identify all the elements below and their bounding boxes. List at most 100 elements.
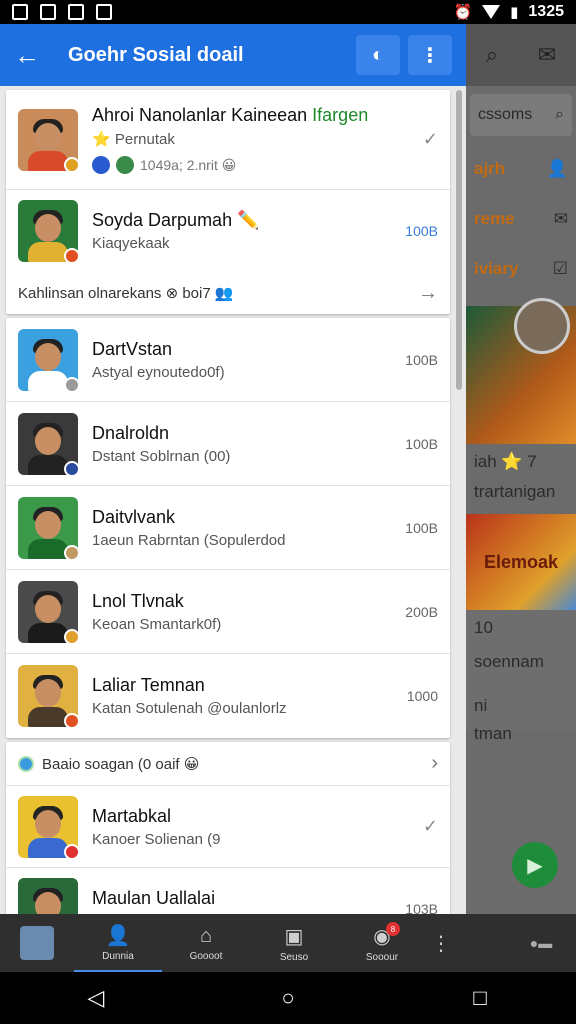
image-icon: [40, 4, 56, 20]
avatar-shirt: [28, 370, 68, 391]
nav-tab-notifications[interactable]: ◉ 8 Sooour: [338, 914, 426, 972]
contact-status: Keoan Smantark0f): [92, 615, 222, 633]
nav-label: Dunnia: [102, 950, 134, 962]
contact-status: Kiaqyekaak: [92, 235, 170, 252]
chat-button[interactable]: ◐: [356, 35, 400, 75]
alarm-icon: ⏰: [453, 4, 473, 21]
app-bar: ← Goehr Sosial doail ◐ ⋮: [0, 24, 466, 86]
contact-item[interactable]: Dnalroldn Dstant Soblrnan (00) 100B: [6, 402, 450, 486]
contact-name: Daitvlvank: [92, 506, 176, 527]
contact-name-highlight: Ifargen: [312, 105, 369, 125]
background-row-label: reme: [474, 209, 515, 228]
avatar: [116, 156, 134, 174]
avatar-face: [35, 122, 61, 151]
scrollbar[interactable]: [456, 90, 462, 390]
contact-name: Lnol Tlvnak: [92, 590, 184, 611]
contact-value: 100B: [405, 223, 438, 239]
section-card: Baaio soagan (0 oaif 😀 › Martabkal Kanoe…: [6, 742, 450, 914]
contact-texts: Martabkal Kanoer Solienan (9: [92, 806, 423, 848]
more-vert-icon[interactable]: ⋮: [426, 931, 456, 956]
background-row: ajrh 👤: [466, 144, 576, 194]
status-bar: ⏰ ▮ 1325: [0, 0, 576, 24]
nav-tab-people[interactable]: 👤 Dunnia: [74, 914, 162, 972]
contact-name: Maulan Uallalai: [92, 888, 216, 908]
section-title: Baaio soagan (0 oaif 😀: [42, 755, 200, 773]
card-footer-text: Kahlinsan olnarekans ⊗ boi7 👥: [18, 285, 234, 302]
contact-item[interactable]: Laliar Temnan Katan Sotulenah @oulanlorl…: [6, 654, 450, 738]
contact-status: 1aeun Rabrntan (Sopulerdod: [92, 531, 286, 549]
avatar: [514, 298, 570, 354]
more-options-button[interactable]: ⋮: [408, 35, 452, 75]
toggle-icon[interactable]: ●▬: [506, 935, 576, 951]
avatar-face: [35, 594, 61, 623]
contact-status: Katan Sotulenah @oulanlorlz: [92, 700, 287, 717]
play-button[interactable]: ▶: [512, 842, 558, 888]
contact-item[interactable]: Ahroi Nanolanlar Kaineean Ifargen ⭐ Pern…: [6, 90, 450, 190]
photo-icon: [68, 4, 84, 20]
nav-label: Sooour: [365, 951, 399, 963]
home-button-icon[interactable]: ○: [258, 985, 318, 1011]
contact-value: 100B: [405, 351, 438, 368]
nav-tab-home[interactable]: ⌂ Goooot: [162, 914, 250, 972]
app-title: Goehr Sosial doail: [68, 43, 244, 66]
background-image: [466, 298, 576, 444]
avatar-face: [35, 426, 61, 455]
background-banner-text: Elemoak: [483, 551, 559, 572]
contact-meta: 1049a; 2.nrit 😀: [92, 156, 423, 174]
background-count: 10: [474, 618, 493, 637]
status-badge: [64, 628, 80, 645]
background-app: ⌕ ✉ cssoms ⌕ ajrh 👤 reme ✉ iviary ☑ iah ⭐ 7…: [466, 24, 576, 914]
avatar: [18, 200, 80, 264]
contact-item[interactable]: Lnol Tlvnak Keoan Smantark0f) 200B: [6, 570, 450, 654]
bottom-nav: 👤 Dunnia ⌂ Goooot ▣ Seuso ◉ 8 Sooour ⋮ ●…: [0, 914, 576, 972]
status-badge: [64, 713, 80, 729]
nav-label: Goooot: [189, 950, 223, 962]
avatar-face: [35, 214, 61, 242]
app-icon: [92, 156, 110, 174]
contact-name: Ahroi Nanolanlar Kaineean Ifargen: [92, 105, 423, 126]
nav-tab-video[interactable]: ▣ Seuso: [250, 914, 338, 972]
avatar-shirt: [28, 622, 68, 643]
contact-texts: DartVstan Astyal eynoutedo0f): [92, 339, 397, 381]
avatar: [18, 580, 80, 645]
avatar-shirt: [28, 538, 68, 559]
wifi-icon: [482, 5, 501, 19]
avatar-shirt: [28, 454, 68, 475]
check-icon: ✓: [422, 816, 438, 836]
profile-avatar[interactable]: [20, 926, 54, 960]
contact-value: 200B: [405, 603, 438, 620]
contact-name: Martabkal: [92, 805, 172, 826]
background-row: reme ✉: [466, 194, 576, 244]
arrow-right-icon: →: [418, 281, 438, 304]
contact-list: DartVstan Astyal eynoutedo0f) 100B Dnalr…: [6, 318, 450, 738]
contact-item[interactable]: Martabkal Kanoer Solienan (9 ✓: [6, 786, 450, 868]
status-badge: [64, 248, 80, 264]
contact-item[interactable]: DartVstan Astyal eynoutedo0f) 100B: [6, 318, 450, 402]
avatar-shirt: [28, 837, 68, 858]
contact-name: Dnalroldn: [92, 422, 170, 443]
contact-name-text: Ahroi Nanolanlar Kaineean: [92, 105, 308, 125]
avatar-shirt: [28, 242, 68, 262]
avatar-face: [35, 679, 61, 707]
contact-name: DartVstan: [92, 338, 173, 359]
avatar-face: [35, 892, 61, 914]
contact-item[interactable]: Daitvlvank 1aeun Rabrntan (Sopulerdod 10…: [6, 486, 450, 570]
contact-item[interactable]: Soyda Darpumah ✏️ Kiaqyekaak 100B: [6, 190, 450, 272]
contact-value: 1000: [406, 688, 438, 704]
back-button[interactable]: ←: [14, 40, 54, 71]
contact-meta-text: 1049a; 2.nrit 😀: [140, 156, 237, 173]
person-icon: 👤: [546, 159, 568, 178]
avatar-face: [35, 342, 61, 371]
recents-icon[interactable]: □: [450, 985, 510, 1011]
status-badge: [64, 544, 80, 561]
background-card-sub: tman: [474, 724, 512, 743]
section-list: Martabkal Kanoer Solienan (9 ✓ Maulan Ua…: [6, 786, 450, 914]
background-card-title: ni: [474, 696, 488, 715]
card-footer[interactable]: Kahlinsan olnarekans ⊗ boi7 👥 →: [6, 272, 450, 314]
contact-item[interactable]: Maulan Uallalai Saiu Saeeman (0 (1) 103B: [6, 868, 450, 914]
background-search: cssoms ⌕: [470, 94, 572, 136]
contact-texts: Laliar Temnan Katan Sotulenah @oulanlorl…: [92, 675, 399, 717]
back-icon[interactable]: ◁: [66, 985, 126, 1011]
background-row-label: iviary: [474, 259, 519, 278]
section-header[interactable]: Baaio soagan (0 oaif 😀 ›: [6, 742, 450, 786]
